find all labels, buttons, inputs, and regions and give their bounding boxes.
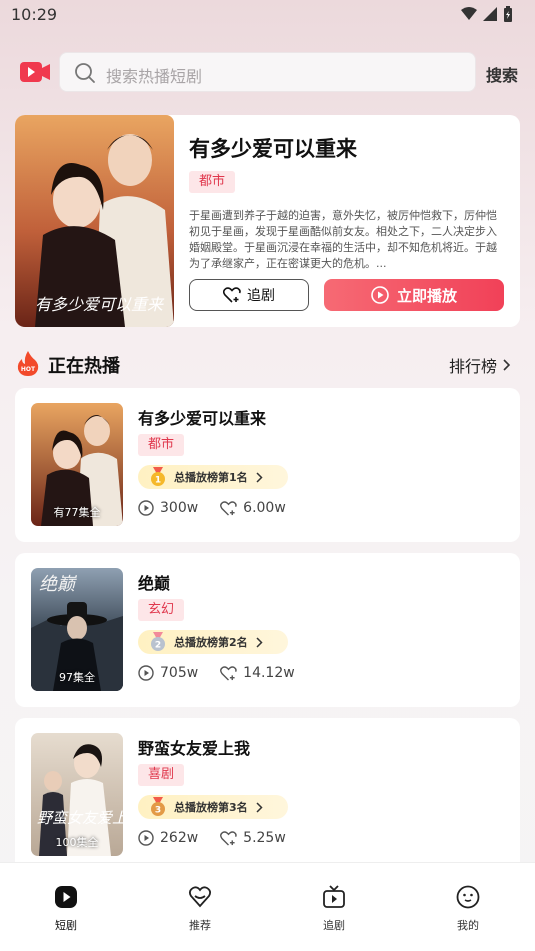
hot-fire-icon: HOT [17, 351, 39, 376]
status-time: 10:29 [11, 5, 58, 24]
rank-label: 总播放榜第2名 [174, 636, 248, 649]
rank-label: 总播放榜第1名 [174, 471, 248, 484]
episode-count: 100集全 [55, 836, 99, 849]
nav-item-following[interactable]: 追剧 [304, 885, 364, 933]
like-count-value: 6.00w [243, 500, 286, 516]
nav-label: 短剧 [55, 919, 77, 932]
profile-icon [456, 885, 480, 909]
recommend-icon [188, 886, 212, 908]
chevron-right-icon [256, 801, 263, 813]
drama-tag: 都市 [138, 434, 185, 456]
nav-item-profile[interactable]: 我的 [438, 885, 498, 933]
search-placeholder: 搜索热播短剧 [106, 67, 203, 86]
heart-plus-icon [220, 500, 237, 516]
featured-card[interactable]: 有多少爱可以重来 有多少爱可以重来 都市 于星画遭到养子于越的迫害，意外失忆，被… [15, 115, 520, 327]
drama-poster[interactable]: 野蛮女友爱上我 100集全 [31, 733, 123, 856]
svg-text:2: 2 [155, 641, 161, 651]
featured-title[interactable]: 有多少爱可以重来 [189, 133, 357, 163]
featured-description: 于星画遭到养子于越的迫害，意外失忆，被厉仲恺救下，厉仲恺初见于星画，发现于星画酷… [189, 209, 497, 270]
play-circle-icon [371, 286, 389, 304]
wifi-icon [461, 7, 477, 20]
play-count: 300w [138, 500, 198, 516]
drama-stats: 262w 5.25w [138, 830, 308, 846]
search-button[interactable]: 搜索 [486, 62, 518, 86]
drama-poster[interactable]: 绝巅 97集全 [31, 568, 123, 691]
drama-card[interactable]: 绝巅 97集全 绝巅 玄幻 2 总播放榜第2名 705w 14.12w [15, 553, 520, 707]
drama-card[interactable]: 有77集全 有多少爱可以重来 都市 1 总播放榜第1名 300w 6.00w [15, 388, 520, 542]
play-label: 立即播放 [396, 286, 457, 305]
play-count-icon [138, 830, 154, 846]
nav-item-recommend[interactable]: 推荐 [170, 885, 230, 933]
play-count-value: 300w [160, 500, 199, 516]
play-count: 262w [138, 830, 198, 846]
nav-item-shorts[interactable]: 短剧 [36, 885, 96, 933]
play-count-value: 705w [160, 665, 199, 681]
silver-medal-icon: 2 [151, 632, 165, 651]
like-count-value: 14.12w [243, 665, 295, 681]
search-input[interactable]: 搜索热播短剧 [59, 52, 476, 92]
svg-text:绝巅: 绝巅 [39, 574, 78, 595]
gold-medal-icon: 1 [151, 467, 165, 486]
nav-label: 推荐 [189, 919, 211, 932]
chevron-right-icon [503, 359, 511, 371]
section-title: 正在热播 [48, 356, 120, 377]
episode-count: 有77集全 [53, 506, 101, 519]
drama-poster[interactable]: 有77集全 [31, 403, 123, 526]
drama-stats: 705w 14.12w [138, 665, 317, 681]
svg-text:HOT: HOT [21, 366, 36, 373]
search-icon [75, 63, 95, 83]
play-now-button[interactable]: 立即播放 [324, 279, 504, 311]
play-count-icon [138, 665, 154, 681]
drama-stats: 300w 6.00w [138, 500, 308, 516]
rank-label: 总播放榜第3名 [174, 801, 248, 814]
like-count-value: 5.25w [243, 830, 286, 846]
ranking-label: 排行榜 [449, 357, 498, 376]
poster-title-text: 有多少爱可以重来 [35, 295, 165, 314]
episode-count: 97集全 [59, 671, 95, 684]
play-count-icon [138, 500, 154, 516]
like-count: 6.00w [220, 500, 286, 516]
follow-button[interactable]: 追剧 [189, 279, 309, 311]
poster-image: 有多少爱可以重来 [15, 115, 174, 327]
featured-tag: 都市 [189, 171, 236, 193]
battery-icon [504, 6, 512, 22]
bronze-medal-icon: 3 [151, 797, 165, 816]
like-count: 5.25w [220, 830, 286, 846]
rank-badge[interactable]: 3 总播放榜第3名 [138, 795, 288, 819]
heart-plus-icon [220, 665, 237, 681]
play-icon [55, 886, 77, 908]
drama-title[interactable]: 有多少爱可以重来 [138, 405, 266, 429]
drama-title[interactable]: 野蛮女友爱上我 [138, 735, 250, 759]
heart-plus-icon [223, 287, 241, 303]
signal-icon [483, 7, 497, 21]
featured-poster[interactable]: 有多少爱可以重来 [15, 115, 174, 327]
app-logo-icon[interactable] [20, 60, 50, 84]
follow-label: 追剧 [247, 288, 275, 304]
drama-card[interactable]: 野蛮女友爱上我 100集全 野蛮女友爱上我 喜剧 3 总播放榜第3名 262w … [15, 718, 520, 872]
drama-tag: 玄幻 [138, 599, 185, 621]
tv-icon [323, 885, 345, 908]
nav-label: 我的 [457, 919, 479, 932]
nav-label: 追剧 [323, 919, 345, 932]
svg-text:3: 3 [155, 806, 161, 816]
bottom-nav: 短剧 推荐 追剧 我的 [0, 862, 535, 951]
rank-badge[interactable]: 2 总播放榜第2名 [138, 630, 288, 654]
play-count: 705w [138, 665, 198, 681]
status-icons [461, 6, 513, 22]
like-count: 14.12w [220, 665, 295, 681]
drama-title[interactable]: 绝巅 [138, 570, 170, 594]
ranking-link[interactable]: 排行榜 [449, 353, 511, 377]
chevron-right-icon [256, 471, 263, 483]
rank-badge[interactable]: 1 总播放榜第1名 [138, 465, 288, 489]
poster-title-text: 野蛮女友爱上我 [37, 809, 123, 827]
section-header: HOT 正在热播 排行榜 [0, 348, 535, 378]
play-count-value: 262w [160, 830, 199, 846]
search-row: 搜索热播短剧 搜索 [0, 50, 535, 94]
svg-text:1: 1 [155, 476, 161, 486]
status-bar: 10:29 [0, 0, 535, 30]
chevron-right-icon [256, 636, 263, 648]
heart-plus-icon [220, 830, 237, 846]
drama-tag: 喜剧 [138, 764, 185, 786]
